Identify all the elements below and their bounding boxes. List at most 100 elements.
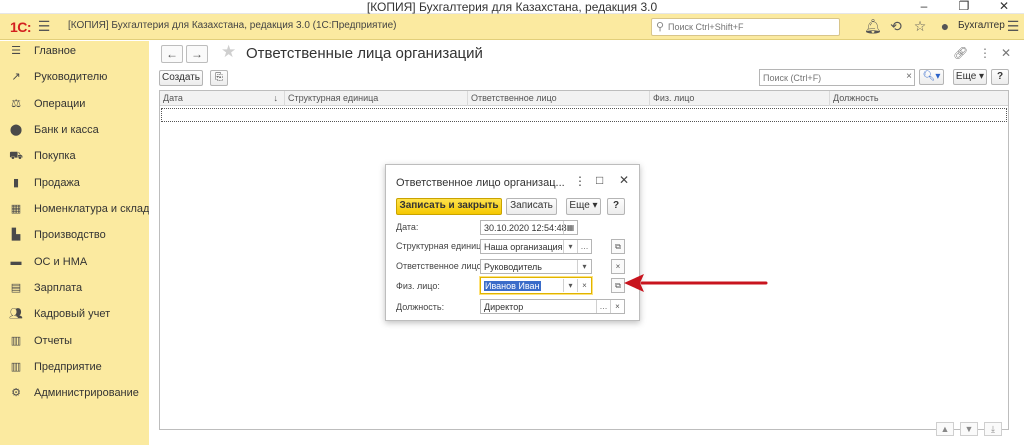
warehouse-icon: ▦ [10, 203, 22, 215]
global-search-input[interactable] [668, 20, 836, 34]
more-menu-icon[interactable]: ⋮ [979, 46, 991, 60]
cart-icon: ⛟ [9, 150, 23, 162]
search-icon: 🔍︎▾ [922, 71, 941, 82]
select-ellipsis-icon[interactable]: … [596, 300, 610, 313]
chevron-down-icon[interactable]: ▾ [563, 240, 577, 253]
forward-button[interactable]: → [186, 45, 208, 63]
dialog-help-button[interactable]: ? [607, 198, 625, 215]
sidebar-item-assets[interactable]: ▬ ОС и НМА [0, 252, 149, 272]
column-date[interactable]: Дата ↓ [160, 91, 285, 106]
column-unit[interactable]: Структурная единица [285, 91, 468, 106]
scroll-down-button[interactable]: ▼ [960, 422, 978, 436]
more-button[interactable]: Еще ▾ [953, 69, 987, 85]
bag-icon: ▮ [12, 177, 20, 189]
unit-label: Структурная единица: [396, 241, 489, 251]
gear-icon: ⚙ [11, 387, 21, 399]
minimize-icon[interactable]: – [904, 0, 944, 14]
responsible-field[interactable]: Руководитель ▾ [480, 259, 592, 274]
sidebar-item-production[interactable]: ▙ Производство [0, 225, 149, 245]
list-search-input[interactable] [763, 71, 895, 84]
chevron-down-icon[interactable]: ▾ [563, 279, 577, 292]
save-and-close-button[interactable]: Записать и закрыть [396, 198, 502, 215]
app-title: [КОПИЯ] Бухгалтерия для Казахстана, реда… [68, 20, 397, 31]
people-icon: 👥︎ [9, 308, 23, 320]
sort-arrow-icon: ↓ [273, 93, 279, 103]
list-search[interactable]: × [759, 69, 915, 86]
sidebar-item-salary[interactable]: ▤ Зарплата [0, 278, 149, 298]
truck-icon: ▬ [10, 256, 22, 268]
back-button[interactable]: ← [161, 45, 183, 63]
sidebar-item-bank[interactable]: ⬤ Банк и касса [0, 120, 149, 140]
arrow-right-icon: → [191, 47, 203, 61]
enterprise-icon: ▥ [10, 361, 22, 373]
favorite-star-icon[interactable]: ★ [221, 42, 236, 62]
help-button[interactable]: ? [991, 69, 1009, 85]
app-menu-icon[interactable]: ☰ [1005, 18, 1021, 34]
date-label: Дата: [396, 222, 419, 232]
trend-icon: ↗ [11, 71, 21, 83]
individual-field[interactable]: Иванов Иван ▾ × [480, 277, 592, 294]
dialog-close-icon[interactable]: ✕ [619, 173, 629, 187]
global-search[interactable]: ⚲ [651, 18, 840, 36]
sidebar-item-enterprise[interactable]: ▥ Предприятие [0, 357, 149, 377]
scroll-up-button[interactable]: ▲ [936, 422, 954, 436]
maximize-icon[interactable]: ❐ [944, 0, 984, 14]
sidebar-item-hr[interactable]: 👥︎ Кадровый учет [0, 304, 149, 324]
unit-field[interactable]: Наша организация ▾ … [480, 239, 592, 254]
calendar-icon[interactable]: ▦ [563, 221, 577, 234]
date-field[interactable]: 30.10.2020 12:54:48 ▦ [480, 220, 578, 235]
dialog-more-button[interactable]: Еще ▾ [566, 198, 601, 215]
sidebar: ☰ Главное ↗ Руководителю ⚖ Операции ⬤ Банк и… [0, 41, 149, 445]
responsible-label: Ответственное лицо: [396, 261, 485, 271]
sidebar-item-reports[interactable]: ▥ Отчеты [0, 331, 149, 351]
individual-label: Физ. лицо: [396, 281, 440, 291]
bank-icon: ⬤ [9, 124, 23, 136]
search-icon: ⚲ [656, 21, 665, 33]
record-dialog: Ответственное лицо организац... ⋮ □ ✕ За… [385, 164, 640, 321]
select-ellipsis-icon[interactable]: … [577, 240, 591, 253]
sidebar-item-purchase[interactable]: ⛟ Покупка [0, 146, 149, 166]
position-field[interactable]: Директор … × [480, 299, 625, 314]
app-toolbar: 1С: ☰ [КОПИЯ] Бухгалтерия для Казахстана… [0, 14, 1024, 40]
favorites-icon[interactable]: ☆ [912, 18, 928, 34]
link-icon[interactable]: 🔗︎ [953, 46, 968, 60]
dialog-maximize-icon[interactable]: □ [596, 173, 603, 187]
clear-icon[interactable]: × [906, 71, 912, 82]
table-row[interactable] [161, 108, 1007, 122]
sidebar-item-warehouse[interactable]: ▦ Номенклатура и склад [0, 199, 150, 219]
close-window-icon[interactable]: ✕ [984, 0, 1024, 14]
sidebar-item-admin[interactable]: ⚙ Администрирование [0, 383, 149, 403]
close-form-icon[interactable]: ✕ [1001, 46, 1011, 60]
reports-icon: ▥ [10, 335, 22, 347]
annotation-arrow [624, 274, 768, 292]
open-icon: ⧉ [615, 242, 621, 251]
clear-icon: × [615, 262, 621, 271]
create-button[interactable]: Создать [159, 70, 203, 86]
dialog-menu-icon[interactable]: ⋮ [574, 174, 586, 188]
scroll-end-button[interactable]: ⤓ [984, 422, 1002, 436]
history-icon[interactable]: ⟲ [888, 18, 904, 34]
chevron-down-icon[interactable]: ▾ [577, 260, 591, 273]
sidebar-item-main[interactable]: ☰ Главное [0, 41, 149, 61]
save-button[interactable]: Записать [506, 198, 557, 215]
column-individual[interactable]: Физ. лицо [650, 91, 830, 106]
sidebar-item-sales[interactable]: ▮ Продажа [0, 173, 149, 193]
salary-icon: ▤ [10, 282, 22, 294]
search-button[interactable]: 🔍︎▾ [919, 69, 944, 85]
menu-icon: ☰ [11, 45, 21, 57]
column-responsible[interactable]: Ответственное лицо [468, 91, 650, 106]
clear-icon[interactable]: × [610, 300, 624, 313]
copy-button[interactable]: ⎘ [210, 70, 228, 86]
column-position[interactable]: Должность [830, 91, 1008, 106]
sidebar-item-manager[interactable]: ↗ Руководителю [0, 67, 149, 87]
factory-icon: ▙ [11, 229, 21, 241]
main-menu-icon[interactable]: ☰ [36, 18, 52, 34]
sidebar-item-operations[interactable]: ⚖ Операции [0, 94, 149, 114]
user-icon: ● [940, 18, 950, 34]
open-unit-button[interactable]: ⧉ [611, 239, 625, 254]
notifications-icon[interactable]: 🔔︎ [864, 18, 882, 34]
window-title: [КОПИЯ] Бухгалтерия для Казахстана, реда… [366, 0, 658, 14]
user-name[interactable]: Бухгалтер [958, 20, 1005, 31]
individual-value-selected: Иванов Иван [484, 281, 541, 291]
clear-icon[interactable]: × [577, 279, 591, 292]
